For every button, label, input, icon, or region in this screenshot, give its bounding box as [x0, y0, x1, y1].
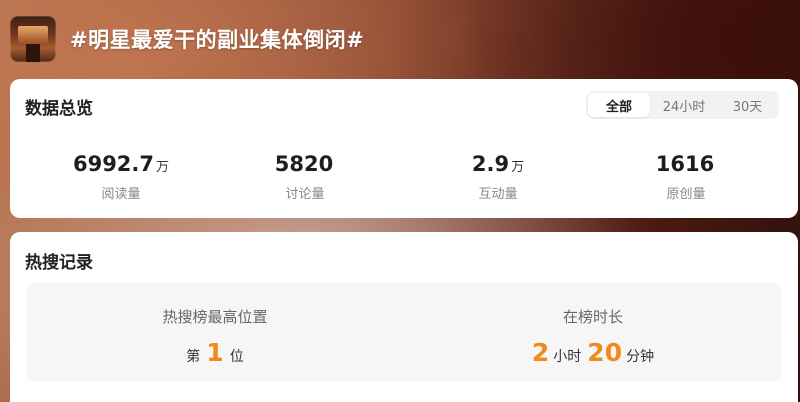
time-on-list-hours-unit: 小时 [553, 349, 582, 365]
stat-originals-value: 1616 [655, 152, 715, 176]
tab-24h[interactable]: 24小时 [650, 93, 718, 117]
highest-position: 热搜榜最高位置 第 1 位 [26, 283, 404, 382]
time-on-list-hours: 2 [531, 338, 550, 367]
stat-reads-unit: 万 [156, 160, 170, 175]
stat-originals-value-row: 1616 [591, 151, 781, 181]
tab-30d[interactable]: 30天 [718, 93, 777, 117]
record-title: 热搜记录 [25, 253, 93, 273]
stat-discussions-label: 讨论量 [285, 187, 325, 202]
highest-position-prefix: 第 [186, 349, 201, 365]
topic-thumbnail [10, 16, 56, 62]
stat-interactions: 2.9 万 互动量 [403, 151, 593, 202]
time-on-list-minutes: 20 [587, 338, 623, 367]
stat-originals-label: 原创量 [666, 187, 706, 202]
stat-discussions-value-row: 5820 [210, 151, 400, 181]
stat-reads-value-row: 6992.7 万 [26, 151, 216, 181]
stat-interactions-value: 2.9 [471, 152, 510, 176]
stat-reads: 6992.7 万 阅读量 [26, 151, 216, 202]
data-overview-card: 数据总览 全部 24小时 30天 6992.7 万 阅读量 5820 讨论量 2.… [10, 79, 798, 218]
stat-reads-label: 阅读量 [101, 187, 141, 202]
stat-interactions-value-row: 2.9 万 [403, 151, 593, 181]
stat-discussions-value: 5820 [274, 152, 334, 176]
time-on-list-label: 在榜时长 [562, 308, 623, 326]
time-on-list-value-row: 2 小时 20 分钟 [404, 338, 782, 367]
hot-search-record-card: 热搜记录 热搜榜最高位置 第 1 位 在榜时长 2 小时 20 分钟 [10, 232, 798, 402]
stat-reads-value: 6992.7 [72, 152, 155, 176]
time-range-tabs: 全部 24小时 30天 [586, 91, 779, 119]
topic-title: #明星最爱干的副业集体倒闭# [70, 28, 365, 52]
thumbnail-window [18, 26, 48, 44]
overview-stats: 6992.7 万 阅读量 5820 讨论量 2.9 万 互动量 1616 原创量 [10, 151, 798, 202]
highest-position-value: 1 [206, 338, 224, 367]
overview-title: 数据总览 [25, 99, 93, 119]
thumbnail-door [26, 44, 40, 62]
record-box: 热搜榜最高位置 第 1 位 在榜时长 2 小时 20 分钟 [26, 283, 782, 382]
stat-interactions-unit: 万 [511, 160, 525, 175]
stat-originals: 1616 原创量 [591, 151, 781, 202]
stat-discussions: 5820 讨论量 [210, 151, 400, 202]
highest-position-label: 热搜榜最高位置 [162, 308, 268, 326]
time-on-list-minutes-unit: 分钟 [626, 349, 655, 365]
topic-header: #明星最爱干的副业集体倒闭# [10, 15, 364, 63]
stat-interactions-label: 互动量 [478, 187, 518, 202]
tab-all[interactable]: 全部 [588, 93, 650, 117]
time-on-list: 在榜时长 2 小时 20 分钟 [404, 283, 782, 382]
highest-position-suffix: 位 [229, 349, 244, 365]
highest-position-value-row: 第 1 位 [26, 338, 404, 367]
